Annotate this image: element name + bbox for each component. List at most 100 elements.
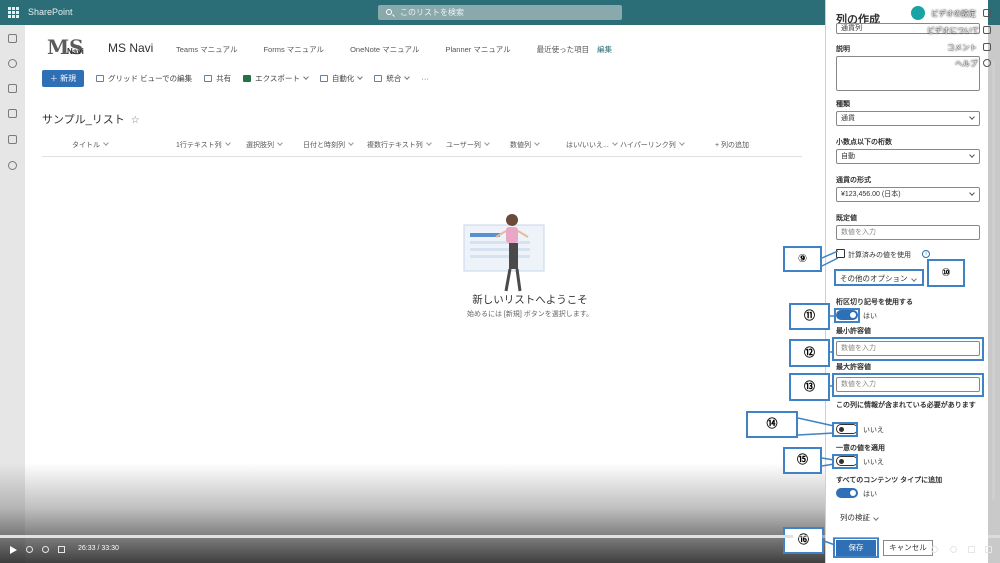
type-select[interactable]: 通貨 xyxy=(836,111,980,126)
column-headers: タイトル 1行テキスト列 選択肢列 日付と時刻列 複数行テキスト列 ユーザー列 … xyxy=(72,140,772,152)
grid-edit-label: グリッド ビューでの編集 xyxy=(108,73,193,83)
top-navigation: Teams マニュアル Forms マニュアル OneNote マニュアル Pl… xyxy=(176,44,638,55)
description-label: 説明 xyxy=(836,46,850,53)
nav-onenote[interactable]: OneNote マニュアル xyxy=(350,44,419,55)
list-title: サンプル_リスト xyxy=(42,114,125,126)
search-input[interactable]: このリストを検索 xyxy=(378,5,622,20)
chevron-down-icon xyxy=(969,190,975,196)
type-value: 通貨 xyxy=(841,115,855,122)
column-header-title[interactable]: タイトル xyxy=(72,140,108,150)
globe-icon[interactable] xyxy=(8,59,17,68)
video-help-menu[interactable]: ヘルプ xyxy=(955,58,978,69)
column-header-user[interactable]: ユーザー列 xyxy=(446,140,489,150)
video-time: 26:33 / 33:30 xyxy=(78,545,119,552)
cancel-button[interactable]: キャンセル xyxy=(883,540,933,556)
callout-11: ⑪ xyxy=(789,303,830,330)
site-logo[interactable]: MS Navi xyxy=(47,35,93,61)
video-comment-menu[interactable]: コメント xyxy=(947,42,977,53)
column-validation-toggle[interactable]: 列の検証 xyxy=(840,512,879,523)
volume-icon[interactable] xyxy=(58,546,65,553)
new-button[interactable]: ＋ 新規 xyxy=(42,69,84,87)
document-icon[interactable] xyxy=(8,109,17,118)
captions-icon[interactable] xyxy=(931,546,938,553)
automate-button[interactable]: 自動化 xyxy=(319,73,364,84)
unique-values-value: いいえ xyxy=(863,459,884,466)
callout-15: ⑮ xyxy=(783,447,822,474)
column-header-multiline[interactable]: 複数行テキスト列 xyxy=(367,140,431,150)
unique-toggle-highlight xyxy=(832,454,858,469)
thousands-separator-value: はい xyxy=(863,313,877,320)
search-icon xyxy=(386,9,392,15)
header-divider xyxy=(42,156,802,157)
forward-icon[interactable] xyxy=(42,546,49,553)
column-header-choice[interactable]: 選択肢列 xyxy=(246,140,282,150)
more-commands-button[interactable]: ··· xyxy=(421,74,429,83)
settings-icon[interactable] xyxy=(950,546,957,553)
suite-title[interactable]: SharePoint xyxy=(28,7,73,17)
callout-16: ⑯ xyxy=(783,527,824,554)
calculated-label: 計算済みの値を使用 xyxy=(848,252,911,259)
avatar xyxy=(911,6,925,20)
list-icon[interactable] xyxy=(8,135,17,144)
currency-format-label: 通貨の形式 xyxy=(836,177,871,184)
play-icon[interactable] xyxy=(983,26,991,34)
fullscreen-icon[interactable] xyxy=(968,546,975,553)
add-icon[interactable] xyxy=(8,161,17,170)
nav-teams[interactable]: Teams マニュアル xyxy=(176,44,237,55)
grid-edit-button[interactable]: グリッド ビューでの編集 xyxy=(96,73,192,84)
plus-icon: ＋ xyxy=(49,73,61,83)
decimals-select[interactable]: 自動 xyxy=(836,149,980,164)
popout-icon[interactable] xyxy=(985,546,992,553)
panel-scrollbar[interactable] xyxy=(992,60,995,500)
share-icon xyxy=(204,74,213,82)
min-value-highlight xyxy=(832,337,984,361)
column-header-hyperlink[interactable]: ハイパーリンク列 xyxy=(620,140,684,150)
news-icon[interactable] xyxy=(8,84,17,93)
new-label: 新規 xyxy=(60,73,77,83)
chevron-down-icon xyxy=(357,73,364,80)
share-button[interactable]: 共有 xyxy=(204,73,231,84)
default-value-input[interactable]: 数値を入力 xyxy=(836,225,980,240)
rewind-icon[interactable] xyxy=(26,546,33,553)
command-bar: ＋ 新規 グリッド ビューでの編集 共有 エクスポート 自動化 統合 ··· xyxy=(42,69,429,87)
play-icon[interactable] xyxy=(10,546,17,554)
column-header-number[interactable]: 数値列 xyxy=(510,140,539,150)
column-header-datetime[interactable]: 日付と時刻列 xyxy=(303,140,353,150)
callout-12: ⑫ xyxy=(789,339,830,367)
video-settings-menu[interactable]: ビデオの設定 xyxy=(931,8,976,19)
video-fade-overlay xyxy=(0,463,825,563)
comment-icon[interactable] xyxy=(983,43,991,51)
settings-icon[interactable] xyxy=(983,9,991,17)
save-highlight xyxy=(833,537,879,558)
nav-recent[interactable]: 最近使った項目 xyxy=(537,44,590,55)
nav-forms[interactable]: Forms マニュアル xyxy=(263,44,324,55)
integrate-button[interactable]: 統合 xyxy=(374,73,411,84)
help-icon[interactable] xyxy=(983,59,991,67)
logo-sub: Navi xyxy=(67,47,84,56)
home-icon[interactable] xyxy=(8,34,17,43)
info-icon[interactable]: i xyxy=(922,250,930,258)
min-value-label: 最小許容値 xyxy=(836,328,871,335)
calculated-checkbox[interactable] xyxy=(836,249,845,258)
column-header-text[interactable]: 1行テキスト列 xyxy=(176,140,230,150)
site-name[interactable]: MS Navi xyxy=(108,41,153,55)
favorite-star-icon[interactable]: ☆ xyxy=(131,115,140,126)
video-about-menu[interactable]: ビデオについて xyxy=(927,25,979,36)
required-toggle-highlight xyxy=(832,422,858,437)
all-content-types-label: すべてのコンテンツ タイプに追加 xyxy=(836,477,943,484)
unique-values-label: 一意の値を適用 xyxy=(836,445,885,452)
video-progress-bar[interactable] xyxy=(0,535,1000,538)
nav-edit-link[interactable]: 編集 xyxy=(597,44,612,55)
currency-format-select[interactable]: ¥123,456.00 (日本) xyxy=(836,187,980,202)
video-progress-fill xyxy=(0,535,793,538)
add-column-button[interactable]: + 列の追加 xyxy=(715,140,749,150)
nav-planner[interactable]: Planner マニュアル xyxy=(445,44,510,55)
all-content-types-value: はい xyxy=(863,491,877,498)
thousands-toggle-highlight xyxy=(834,308,860,323)
export-button[interactable]: エクスポート xyxy=(243,73,309,84)
default-value-label: 既定値 xyxy=(836,215,857,222)
max-value-highlight xyxy=(832,373,984,397)
column-header-yesno[interactable]: はい/いいえ... xyxy=(566,140,617,150)
all-content-types-toggle[interactable] xyxy=(836,488,858,498)
app-launcher-icon[interactable] xyxy=(8,7,19,18)
